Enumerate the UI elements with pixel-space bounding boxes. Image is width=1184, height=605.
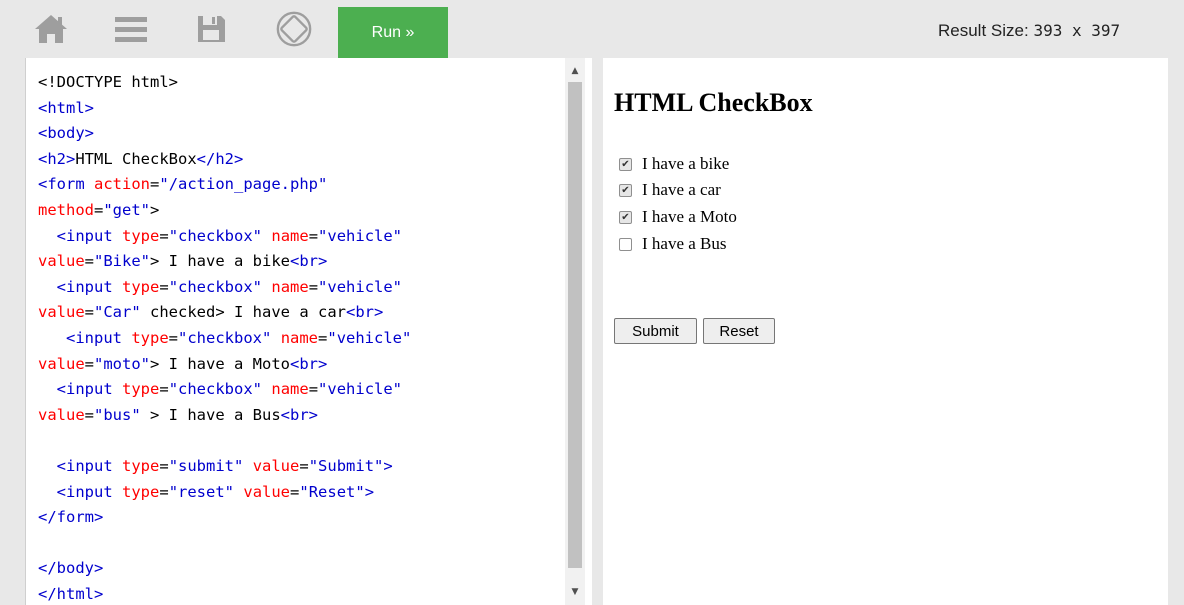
reset-button[interactable]: Reset — [703, 318, 775, 344]
result-size-value: 393 x 397 — [1033, 21, 1121, 40]
checkbox-row-bike[interactable]: ✔ I have a bike — [619, 154, 729, 174]
checkbox-row-bus[interactable]: I have a Bus — [619, 234, 727, 254]
save-icon[interactable] — [192, 12, 230, 46]
submit-button[interactable]: Submit — [614, 318, 697, 344]
scroll-up-arrow-icon[interactable]: ▲ — [565, 62, 585, 80]
menu-icon[interactable] — [112, 12, 150, 46]
code-text[interactable]: <!DOCTYPE html> <html> <body> <h2>HTML C… — [38, 70, 411, 605]
checkbox-bike[interactable]: ✔ — [619, 157, 632, 171]
checkbox-label-bus: I have a Bus — [642, 234, 727, 253]
toolbar: Run » Result Size: 393 x 397 — [0, 0, 1184, 58]
checkbox-label-bike: I have a bike — [642, 154, 730, 173]
checkbox-car[interactable]: ✔ — [619, 183, 632, 197]
editor-scrollbar[interactable]: ▲ ▼ — [565, 58, 585, 605]
scroll-thumb[interactable] — [568, 82, 582, 568]
run-button[interactable]: Run » — [338, 7, 448, 58]
result-size: Result Size: 393 x 397 — [938, 21, 1120, 41]
result-size-label: Result Size: — [938, 21, 1029, 40]
result-heading: HTML CheckBox — [614, 88, 813, 117]
checkbox-row-car[interactable]: ✔ I have a car — [619, 180, 721, 200]
checkbox-label-car: I have a car — [642, 180, 721, 199]
checkbox-label-moto: I have a Moto — [642, 207, 737, 226]
home-icon[interactable] — [32, 12, 70, 46]
scroll-down-arrow-icon[interactable]: ▼ — [565, 583, 585, 601]
rotate-icon[interactable] — [275, 11, 313, 47]
checkbox-row-moto[interactable]: ✔ I have a Moto — [619, 207, 737, 227]
code-editor[interactable]: <!DOCTYPE html> <html> <body> <h2>HTML C… — [25, 58, 592, 605]
result-panel: HTML CheckBox ✔ I have a bike ✔ I have a… — [603, 58, 1168, 605]
checkbox-moto[interactable]: ✔ — [619, 210, 632, 224]
checkbox-bus[interactable] — [619, 237, 632, 251]
